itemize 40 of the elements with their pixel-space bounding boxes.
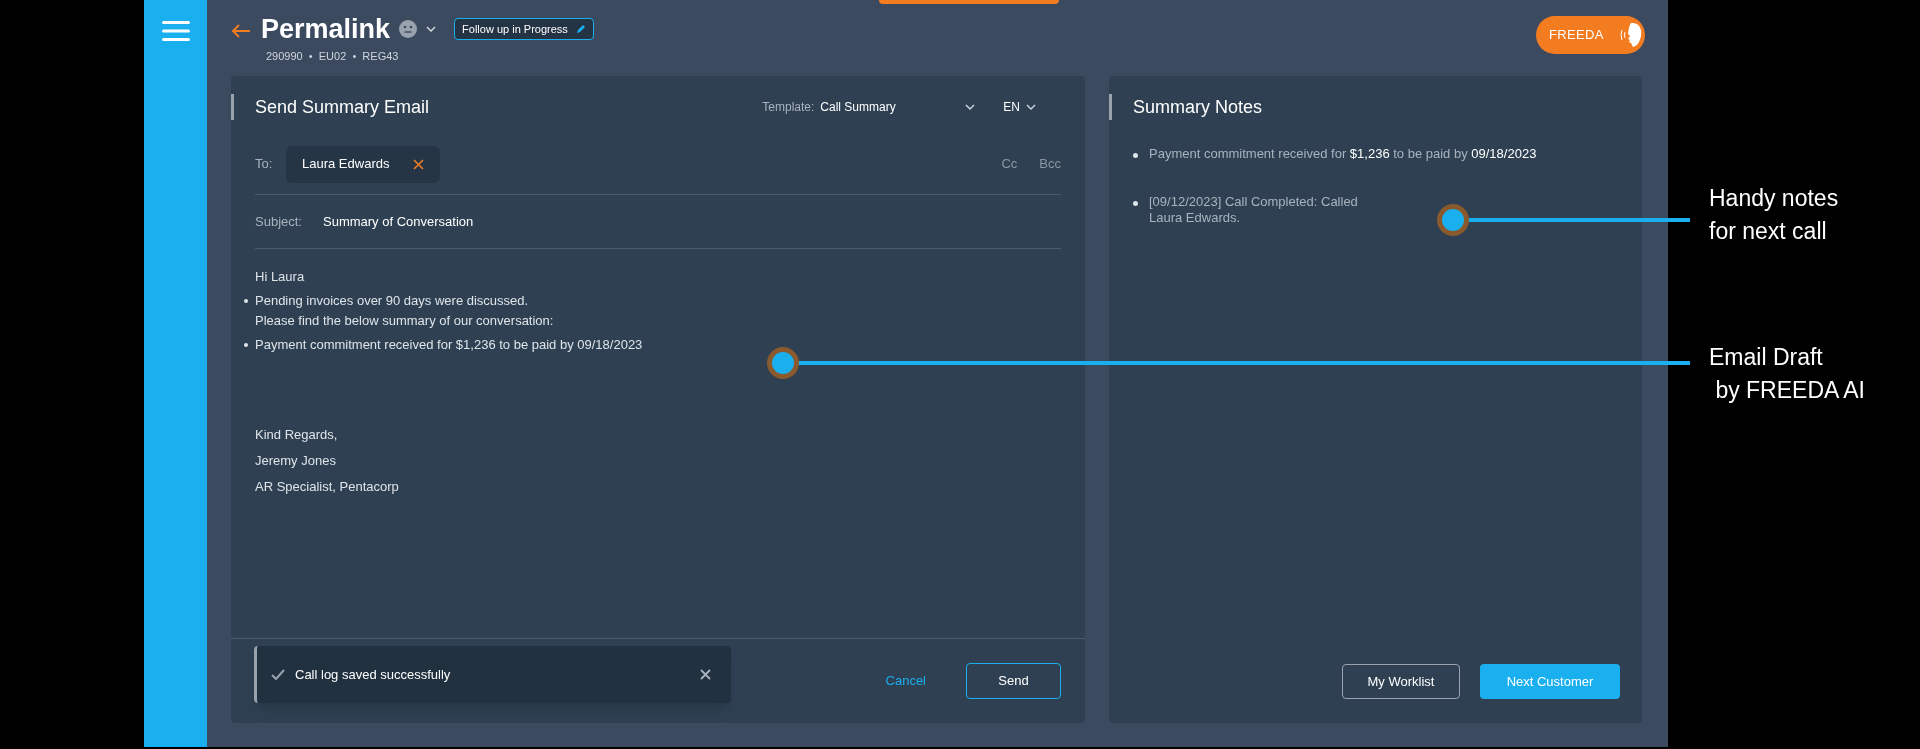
annotation-label: Email Draft by FREEDA AI [1709, 343, 1865, 405]
title-accent-bar [231, 94, 234, 120]
recipient-chip[interactable]: Laura Edwards [286, 145, 441, 183]
template-label: Template: [762, 99, 815, 116]
signature-line: AR Specialist, Pentacorp [255, 478, 400, 496]
chevron-down-icon [965, 104, 976, 110]
close-icon[interactable] [700, 669, 711, 680]
chevron-down-icon [1026, 104, 1036, 110]
cancel-link[interactable]: Cancel [885, 671, 926, 691]
back-arrow-icon[interactable] [231, 24, 251, 38]
toast-message: Call log saved successfully [295, 665, 451, 684]
worklist-button[interactable]: My Worklist [1342, 664, 1460, 699]
status-badge[interactable]: Follow up in Progress [454, 18, 594, 40]
template-dropdown[interactable]: Call Summary [820, 98, 976, 116]
signature-line: Jeremy Jones [255, 452, 337, 470]
subject-field[interactable]: Summary of Conversation [323, 211, 474, 232]
cc-link[interactable]: Cc [1001, 154, 1018, 174]
subject-label: Subject: [255, 212, 303, 231]
pencil-icon [575, 24, 586, 34]
email-bullet: Pending invoices over 90 days were discussed. [255, 292, 529, 311]
bcc-link[interactable]: Bcc [1039, 154, 1061, 174]
chevron-down-icon[interactable] [426, 26, 437, 32]
to-label: To: [255, 155, 274, 174]
summary-note: Payment commitment received for $1,236 to be paid by 09/18/2023 [1149, 146, 1537, 162]
title-accent-bar [1109, 94, 1112, 120]
summary-note: [09/12/2023] Call Completed: Called Laura Edwards. [1149, 194, 1358, 226]
check-icon [271, 669, 285, 680]
remove-icon[interactable] [413, 158, 425, 170]
annotation-label: Handy notes for next call [1709, 184, 1839, 246]
card-title: Send Summary Email [255, 95, 430, 119]
page-title: Permalink [261, 13, 391, 46]
card-title: Summary Notes [1133, 95, 1263, 119]
email-greeting: Hi Laura [255, 268, 306, 286]
neutral-face-icon[interactable] [398, 19, 419, 39]
email-bullet: Payment commitment received for $1,236 to be paid by 09/18/2023 [255, 336, 643, 355]
email-intro: Please find the below summary of our conversation: [255, 312, 554, 330]
signature-line: Kind Regards, [255, 426, 339, 444]
send-button[interactable]: Send [966, 663, 1061, 699]
language-dropdown[interactable]: EN [1003, 98, 1036, 116]
account-codes: 290990 • EU02 • REG43 [266, 49, 399, 64]
